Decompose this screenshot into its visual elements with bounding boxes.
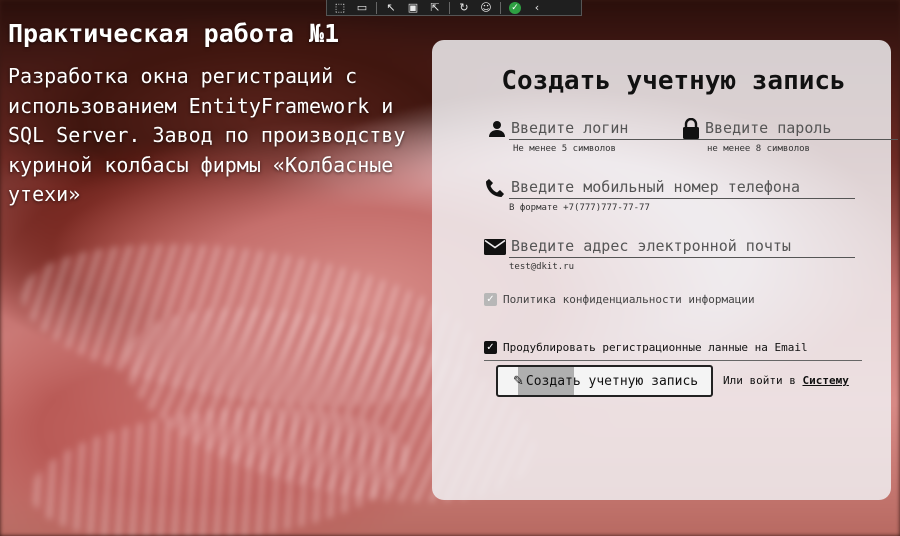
login-input[interactable] [509,116,704,140]
email-field: test@dkit.ru [484,234,855,272]
pointer-icon[interactable]: ↖ [381,1,401,15]
privacy-label: Политика конфиденциальности информации [503,293,755,306]
toolbar-separator [449,1,450,14]
pointer-select-icon[interactable]: ⇱ [425,1,445,15]
page-description: Разработка окна регистраций с использова… [8,64,406,206]
frame-icon[interactable]: ▣ [403,1,423,15]
envelope-icon [484,236,506,258]
login-field: Не менее 5 символов [488,116,704,154]
password-field: не менее 8 символов [682,116,898,154]
lock-icon [682,118,700,140]
phone-icon [484,177,506,199]
email-hint: test@dkit.ru [509,262,575,272]
debug-toolbar: ⬚ ▭ ↖ ▣ ⇱ ↻ ☺ ✓ ‹ [326,0,582,16]
hot-reload-icon[interactable]: ↻ [454,1,474,15]
login-prefix: Или войти в [723,374,796,387]
password-hint: не менее 8 символов [707,144,810,154]
form-title: Создать учетную запись [501,66,846,96]
accessibility-icon[interactable]: ☺ [476,1,496,15]
pencil-icon: ✎ [513,373,524,389]
phone-input[interactable] [509,175,855,199]
camera-icon[interactable]: ▭ [352,1,372,15]
duplicate-label: Продублировать регистрационные ланные на… [503,341,808,354]
collapse-icon[interactable]: ‹ [527,1,547,15]
divider [484,360,862,361]
duplicate-email-checkbox[interactable]: ✓ Продублировать регистрационные ланные … [484,341,808,354]
toolbar-separator [500,1,501,14]
page-title: Практическая работа №1 [8,19,340,48]
login-prompt: Или войти в Систему [723,374,849,387]
checkbox-check-icon: ✓ [484,293,497,306]
check-icon[interactable]: ✓ [505,1,525,15]
checkbox-check-icon: ✓ [484,341,497,354]
email-input[interactable] [509,234,855,258]
user-icon [488,118,506,140]
password-input[interactable] [703,116,898,140]
login-link[interactable]: Систему [802,374,848,387]
phone-hint: В формате +7(777)777-77-77 [509,203,650,213]
create-account-button[interactable]: ✎ Создать учетную запись [496,365,713,397]
phone-field: В формате +7(777)777-77-77 [484,175,855,213]
toolbar-separator [376,1,377,14]
create-account-label: Создать учетную запись [525,373,699,389]
login-hint: Не менее 5 символов [513,144,616,154]
registration-panel: Создать учетную запись Не менее 5 символ… [432,40,898,500]
select-tool-icon[interactable]: ⬚ [330,1,350,15]
privacy-checkbox[interactable]: ✓ Политика конфиденциальности информации [484,293,755,306]
